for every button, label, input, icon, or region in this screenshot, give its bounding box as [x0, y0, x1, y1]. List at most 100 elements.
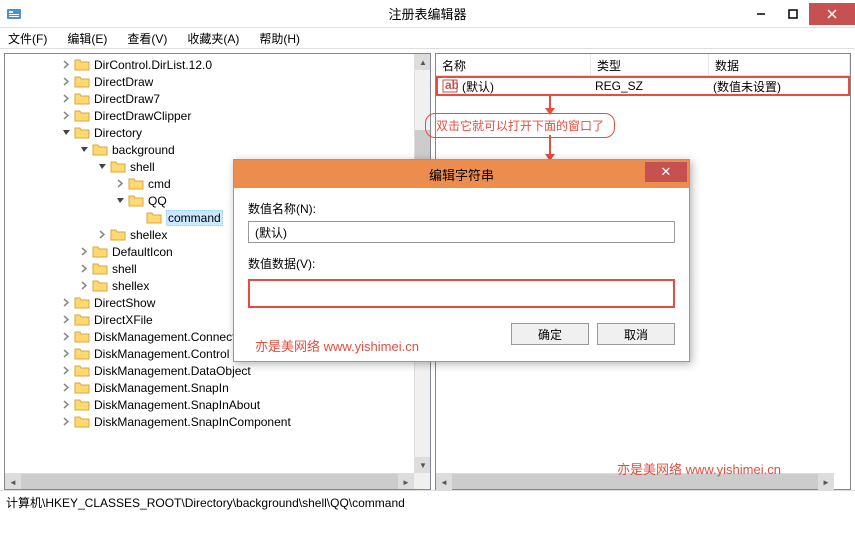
tree-label: shell	[112, 262, 137, 276]
value-name: (默认)	[462, 78, 595, 95]
expander-icon[interactable]	[61, 297, 72, 308]
menu-file[interactable]: 文件(F)	[4, 28, 51, 49]
tree-item[interactable]: DirControl.DirList.12.0	[5, 56, 430, 73]
watermark: 亦是美网络 www.yishimei.cn	[255, 336, 419, 355]
cancel-button[interactable]: 取消	[597, 323, 675, 345]
tree-label: shellex	[130, 228, 167, 242]
expander-icon[interactable]	[61, 365, 72, 376]
expander-icon[interactable]	[61, 416, 72, 427]
expander-icon[interactable]	[79, 246, 90, 257]
expander-icon[interactable]	[61, 59, 72, 70]
expander-icon[interactable]	[61, 93, 72, 104]
status-path: 计算机\HKEY_CLASSES_ROOT\Directory\backgrou…	[6, 496, 405, 510]
scroll-left-button[interactable]: ◄	[5, 474, 21, 490]
folder-icon	[110, 228, 126, 242]
menu-help[interactable]: 帮助(H)	[255, 28, 304, 49]
menu-favorites[interactable]: 收藏夹(A)	[183, 28, 243, 49]
expander-icon[interactable]	[133, 212, 144, 223]
tree-scrollbar-horizontal[interactable]: ◄ ►	[5, 473, 414, 489]
value-data-input[interactable]	[248, 279, 675, 308]
list-header: 名称 类型 数据	[436, 54, 850, 76]
value-data: (数值未设置)	[713, 78, 781, 95]
value-name-input[interactable]	[248, 221, 675, 243]
scroll-right-button[interactable]: ►	[398, 474, 414, 490]
folder-icon	[74, 58, 90, 72]
arrow-down-icon	[540, 96, 560, 116]
folder-icon	[146, 211, 162, 225]
tree-label: DiskManagement.SnapInComponent	[94, 415, 291, 429]
folder-icon	[74, 313, 90, 327]
folder-icon	[74, 109, 90, 123]
tree-label: DiskManagement.SnapIn	[94, 381, 229, 395]
folder-icon	[74, 92, 90, 106]
scroll-corner	[414, 473, 430, 489]
expander-icon[interactable]	[61, 110, 72, 121]
tree-item[interactable]: DiskManagement.SnapIn	[5, 379, 430, 396]
folder-icon	[92, 143, 108, 157]
annotation-bubble: 双击它就可以打开下面的窗口了	[425, 113, 615, 138]
expander-icon[interactable]	[61, 382, 72, 393]
window-controls	[745, 3, 855, 25]
svg-text:ab: ab	[445, 79, 458, 92]
expander-icon[interactable]	[61, 76, 72, 87]
tree-item[interactable]: DiskManagement.SnapInAbout	[5, 396, 430, 413]
scroll-right-button[interactable]: ►	[818, 474, 834, 490]
scroll-down-button[interactable]: ▼	[415, 457, 431, 473]
tree-label: DefaultIcon	[112, 245, 173, 259]
window-title: 注册表编辑器	[388, 4, 466, 23]
expander-icon[interactable]	[61, 399, 72, 410]
tree-label: DirControl.DirList.12.0	[94, 58, 212, 72]
menu-view[interactable]: 查看(V)	[123, 28, 171, 49]
menu-edit[interactable]: 编辑(E)	[63, 28, 111, 49]
tree-item[interactable]: DirectDraw7	[5, 90, 430, 107]
tree-label: DirectDraw	[94, 75, 153, 89]
expander-icon[interactable]	[61, 331, 72, 342]
tree-label: shellex	[112, 279, 149, 293]
tree-item[interactable]: DirectDrawClipper	[5, 107, 430, 124]
tree-label: DirectShow	[94, 296, 155, 310]
col-data[interactable]: 数据	[709, 54, 850, 75]
scroll-thumb[interactable]	[21, 474, 398, 489]
scroll-up-button[interactable]: ▲	[415, 54, 431, 70]
edit-string-dialog: 编辑字符串 ✕ 数值名称(N): 数值数据(V): 确定 取消	[233, 159, 690, 362]
col-name[interactable]: 名称	[436, 54, 591, 75]
tree-item[interactable]: DiskManagement.SnapInComponent	[5, 413, 430, 430]
dialog-titlebar[interactable]: 编辑字符串 ✕	[234, 160, 689, 188]
value-data-label: 数值数据(V):	[248, 255, 675, 272]
folder-icon	[74, 296, 90, 310]
list-row[interactable]: ab (默认) REG_SZ (数值未设置)	[436, 76, 850, 96]
expander-icon[interactable]	[79, 144, 90, 155]
tree-label: DiskManagement.DataObject	[94, 364, 251, 378]
expander-icon[interactable]	[97, 161, 108, 172]
close-button[interactable]	[809, 3, 855, 25]
folder-icon	[74, 398, 90, 412]
scroll-left-button[interactable]: ◄	[436, 474, 452, 490]
tree-label: DirectDraw7	[94, 92, 160, 106]
folder-icon	[128, 177, 144, 191]
minimize-button[interactable]	[745, 3, 777, 25]
dialog-close-button[interactable]: ✕	[645, 162, 687, 182]
tree-label: command	[166, 210, 223, 226]
expander-icon[interactable]	[79, 263, 90, 274]
tree-item[interactable]: DirectDraw	[5, 73, 430, 90]
maximize-button[interactable]	[777, 3, 809, 25]
folder-icon	[92, 262, 108, 276]
folder-icon	[74, 415, 90, 429]
expander-icon[interactable]	[61, 348, 72, 359]
tree-item[interactable]: DiskManagement.DataObject	[5, 362, 430, 379]
tree-label: DirectXFile	[94, 313, 153, 327]
expander-icon[interactable]	[115, 178, 126, 189]
folder-icon	[74, 347, 90, 361]
tree-item[interactable]: Directory	[5, 124, 430, 141]
expander-icon[interactable]	[97, 229, 108, 240]
menubar: 文件(F) 编辑(E) 查看(V) 收藏夹(A) 帮助(H)	[0, 28, 855, 48]
expander-icon[interactable]	[115, 195, 126, 206]
folder-icon	[128, 194, 144, 208]
expander-icon[interactable]	[61, 314, 72, 325]
ok-button[interactable]: 确定	[511, 323, 589, 345]
tree-item[interactable]: background	[5, 141, 430, 158]
expander-icon[interactable]	[79, 280, 90, 291]
value-name-label: 数值名称(N):	[248, 200, 675, 217]
col-type[interactable]: 类型	[591, 54, 709, 75]
expander-icon[interactable]	[61, 127, 72, 138]
